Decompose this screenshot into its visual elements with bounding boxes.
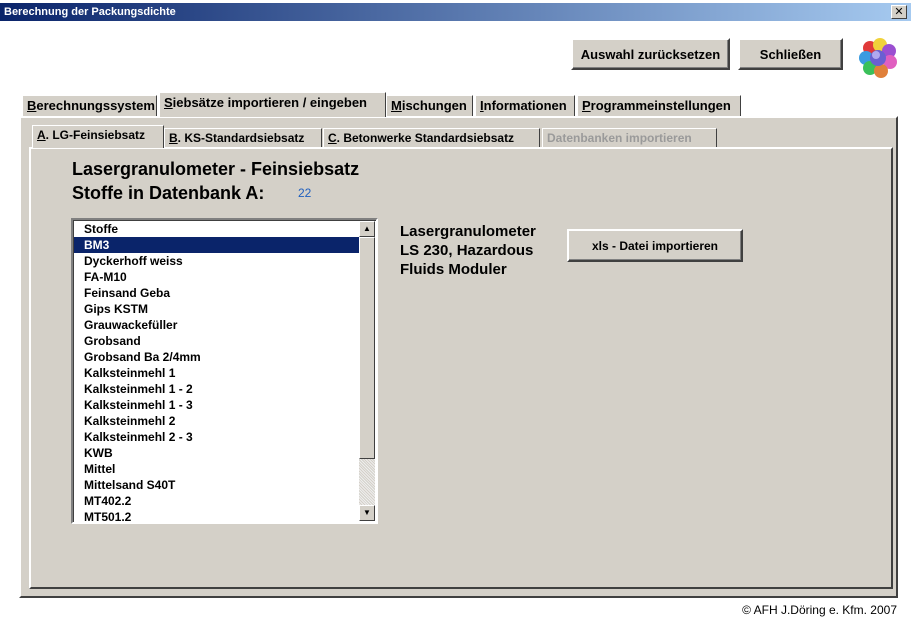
list-item[interactable]: Kalksteinmehl 1 - 3: [74, 397, 361, 413]
tab-label: iebsätze importieren / eingeben: [172, 95, 367, 110]
list-item[interactable]: Mittelsand S40T: [74, 477, 361, 493]
list-item[interactable]: BM3: [74, 237, 361, 253]
list-item[interactable]: Grauwackefüller: [74, 317, 361, 333]
subtab-accel: A: [37, 128, 46, 142]
subtab-lg-feinsiebsatz[interactable]: A. LG-Feinsiebsatz: [32, 125, 164, 148]
list-item[interactable]: Mittel: [74, 461, 361, 477]
window-titlebar: Berechnung der Packungsdichte ✕: [0, 3, 911, 21]
tab-siebsaetze[interactable]: Siebsätze importieren / eingeben: [159, 92, 386, 117]
tab-programmeinstellungen[interactable]: Programmeinstellungen: [577, 95, 741, 117]
subtab-label: . LG-Feinsiebsatz: [45, 128, 146, 142]
arrow-up-icon[interactable]: ▲: [359, 221, 375, 237]
materials-list: Stoffe BM3 Dyckerhoff weiss FA-M10 Feinsand …: [73, 220, 361, 522]
db-count: 22: [298, 186, 312, 200]
subtab-betonwerke-standardsiebsatz[interactable]: C. Betonwerke Standardsiebsatz: [323, 128, 540, 148]
tab-label: ischungen: [401, 98, 467, 113]
list-item[interactable]: Grobsand: [74, 333, 361, 349]
tab-accel: S: [164, 95, 173, 110]
list-item[interactable]: Grobsand Ba 2/4mm: [74, 349, 361, 365]
listbox-scrollbar[interactable]: ▲ ▼: [359, 221, 375, 521]
device-line: Lasergranulometer: [400, 223, 536, 240]
copyright-text: © AFH J.Döring e. Kfm. 2007: [742, 603, 897, 617]
subtab-accel: C: [328, 131, 337, 145]
list-item[interactable]: Kalksteinmehl 2: [74, 413, 361, 429]
tab-label: rogrammeinstellungen: [590, 98, 731, 113]
subtab-ks-standardsiebsatz[interactable]: B. KS-Standardsiebsatz: [164, 128, 322, 148]
list-item[interactable]: Kalksteinmehl 1: [74, 365, 361, 381]
device-line: Fluids Moduler: [400, 261, 507, 278]
materials-listbox[interactable]: Stoffe BM3 Dyckerhoff weiss FA-M10 Feinsand …: [71, 218, 378, 524]
tab-accel: P: [582, 98, 591, 113]
list-item[interactable]: Gips KSTM: [74, 301, 361, 317]
tab-label: erechnungssystem: [36, 98, 155, 113]
list-item[interactable]: MT402.2: [74, 493, 361, 509]
subtab-label: . Betonwerke Standardsiebsatz: [336, 131, 515, 145]
tab-accel: B: [27, 98, 37, 113]
subtab-label: Datenbanken importieren: [547, 131, 692, 145]
device-description: Lasergranulometer LS 230, Hazardous Flui…: [400, 222, 570, 279]
subtab-accel: B: [169, 131, 178, 145]
tab-label: nformationen: [483, 98, 567, 113]
tab-accel: M: [391, 98, 402, 113]
window-close-button[interactable]: ✕: [891, 5, 907, 19]
arrow-down-icon[interactable]: ▼: [359, 505, 375, 521]
subtab-label: . KS-Standardsiebsatz: [177, 131, 305, 145]
tab-berechnungssystem[interactable]: Berechnungssystem: [22, 95, 157, 117]
window-title: Berechnung der Packungsdichte: [4, 6, 176, 18]
list-item[interactable]: Stoffe: [74, 221, 361, 237]
molecule-logo-icon: [858, 38, 898, 78]
list-item[interactable]: MT501.2: [74, 509, 361, 522]
subtab-datenbanken-importieren: Datenbanken importieren: [542, 128, 717, 148]
list-item[interactable]: KWB: [74, 445, 361, 461]
close-button[interactable]: Schließen: [738, 38, 843, 70]
list-item[interactable]: Dyckerhoff weiss: [74, 253, 361, 269]
list-item[interactable]: Kalksteinmehl 1 - 2: [74, 381, 361, 397]
list-item[interactable]: Feinsand Geba: [74, 285, 361, 301]
tab-mischungen[interactable]: Mischungen: [386, 95, 473, 117]
db-label: Stoffe in Datenbank A:: [72, 183, 265, 203]
tab-informationen[interactable]: Informationen: [475, 95, 575, 117]
scrollbar-thumb[interactable]: [359, 237, 375, 459]
list-item[interactable]: Kalksteinmehl 2 - 3: [74, 429, 361, 445]
import-xls-button[interactable]: xls - Datei importieren: [567, 229, 743, 262]
device-line: LS 230, Hazardous: [400, 242, 534, 259]
list-item[interactable]: FA-M10: [74, 269, 361, 285]
page-title: Lasergranulometer - Feinsiebsatz: [72, 159, 360, 179]
reset-selection-button[interactable]: Auswahl zurücksetzen: [571, 38, 730, 70]
